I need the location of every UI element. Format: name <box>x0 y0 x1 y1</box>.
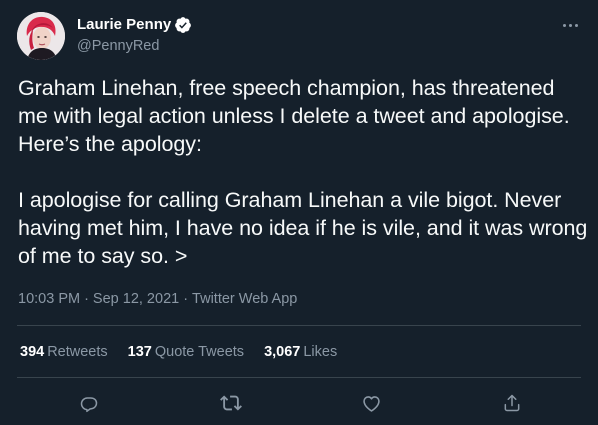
likes-stat[interactable]: 3,067 Likes <box>264 342 337 362</box>
reply-icon[interactable] <box>74 388 104 418</box>
name-row: Laurie Penny <box>77 15 192 35</box>
display-name[interactable]: Laurie Penny <box>77 15 171 35</box>
tweet-card: Laurie Penny @PennyRed Graham Linehan, f… <box>0 0 598 425</box>
meta-separator: · <box>84 291 89 307</box>
share-icon[interactable] <box>497 388 527 418</box>
author-block: Laurie Penny @PennyRed <box>77 15 192 56</box>
divider <box>17 377 581 378</box>
quote-tweets-stat[interactable]: 137 Quote Tweets <box>128 342 244 362</box>
likes-label: Likes <box>303 344 338 360</box>
handle[interactable]: @PennyRed <box>77 36 192 56</box>
retweets-stat[interactable]: 394 Retweets <box>20 342 108 362</box>
tweet-text: Graham Linehan, free speech champion, ha… <box>18 74 588 270</box>
avatar-photo-icon <box>17 12 65 60</box>
avatar[interactable] <box>17 12 65 60</box>
tweet-source[interactable]: Twitter Web App <box>192 291 297 307</box>
retweets-label: Retweets <box>47 344 108 360</box>
meta-separator: · <box>183 291 189 307</box>
engagement-stats: 394 Retweets 137 Quote Tweets 3,067 Likes <box>20 342 337 362</box>
tweet-time[interactable]: 10:03 PM <box>18 291 80 307</box>
likes-count: 3,067 <box>264 344 301 360</box>
quotes-count: 137 <box>127 344 152 360</box>
verified-badge-icon <box>174 16 192 34</box>
like-icon[interactable] <box>356 388 386 418</box>
more-options-icon[interactable] <box>559 15 581 35</box>
quotes-label: Quote Tweets <box>154 344 245 360</box>
retweets-count: 394 <box>20 344 45 360</box>
tweet-paragraph: I apologise for calling Graham Linehan a… <box>18 188 588 268</box>
tweet-date[interactable]: Sep 12, 2021 <box>93 291 179 307</box>
divider <box>17 325 581 326</box>
retweet-icon[interactable] <box>216 388 246 418</box>
tweet-paragraph: Graham Linehan, free speech champion, ha… <box>18 76 570 156</box>
tweet-meta: 10:03 PM · Sep 12, 2021 · Twitter Web App <box>18 289 297 309</box>
action-bar <box>0 388 598 418</box>
